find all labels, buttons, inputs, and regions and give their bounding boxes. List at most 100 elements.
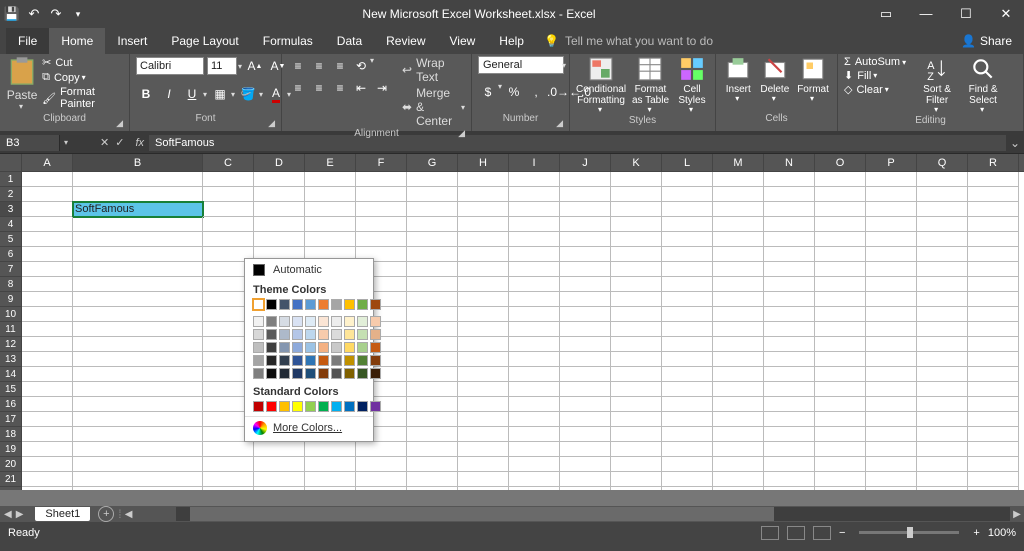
- sheet-tab-sheet1[interactable]: Sheet1: [35, 507, 90, 521]
- cell-B8[interactable]: [73, 277, 203, 292]
- cell-R22[interactable]: [968, 487, 1019, 490]
- cell-K12[interactable]: [611, 337, 662, 352]
- cell-A7[interactable]: [22, 262, 73, 277]
- minimize-icon[interactable]: —: [912, 6, 940, 22]
- cell-J12[interactable]: [560, 337, 611, 352]
- cell-H17[interactable]: [458, 412, 509, 427]
- cell-Q16[interactable]: [917, 397, 968, 412]
- increase-font-icon[interactable]: A▲: [245, 56, 265, 76]
- cell-R10[interactable]: [968, 307, 1019, 322]
- insert-button[interactable]: Insert▾: [722, 56, 755, 104]
- cell-M2[interactable]: [713, 187, 764, 202]
- view-page-layout-icon[interactable]: [787, 526, 805, 540]
- color-swatch[interactable]: [253, 316, 264, 327]
- cell-G10[interactable]: [407, 307, 458, 322]
- cell-O13[interactable]: [815, 352, 866, 367]
- cell-B20[interactable]: [73, 457, 203, 472]
- cell-H15[interactable]: [458, 382, 509, 397]
- color-swatch[interactable]: [279, 299, 290, 310]
- cell-G14[interactable]: [407, 367, 458, 382]
- cell-A20[interactable]: [22, 457, 73, 472]
- cell-N13[interactable]: [764, 352, 815, 367]
- cell-A14[interactable]: [22, 367, 73, 382]
- cell-K9[interactable]: [611, 292, 662, 307]
- number-format-input[interactable]: [478, 56, 564, 74]
- row-header-10[interactable]: 10: [0, 307, 22, 322]
- color-swatch[interactable]: [253, 342, 264, 353]
- font-name-input[interactable]: [136, 57, 204, 75]
- cell-J1[interactable]: [560, 172, 611, 187]
- cell-A3[interactable]: [22, 202, 73, 217]
- cell-I10[interactable]: [509, 307, 560, 322]
- view-normal-icon[interactable]: [761, 526, 779, 540]
- cell-N7[interactable]: [764, 262, 815, 277]
- cell-B15[interactable]: [73, 382, 203, 397]
- color-swatch[interactable]: [266, 401, 277, 412]
- cell-L5[interactable]: [662, 232, 713, 247]
- color-swatch[interactable]: [357, 342, 368, 353]
- cell-J7[interactable]: [560, 262, 611, 277]
- cell-R3[interactable]: [968, 202, 1019, 217]
- cell-B10[interactable]: [73, 307, 203, 322]
- save-icon[interactable]: 💾: [4, 6, 20, 22]
- align-center-icon[interactable]: ≡: [309, 78, 329, 98]
- column-header-F[interactable]: F: [356, 154, 407, 171]
- cell-F4[interactable]: [356, 217, 407, 232]
- horizontal-scrollbar[interactable]: [176, 507, 1010, 521]
- cell-K18[interactable]: [611, 427, 662, 442]
- zoom-level[interactable]: 100%: [988, 527, 1016, 539]
- color-swatch[interactable]: [370, 316, 381, 327]
- color-swatch[interactable]: [370, 329, 381, 340]
- cell-M8[interactable]: [713, 277, 764, 292]
- cell-K22[interactable]: [611, 487, 662, 490]
- tab-help[interactable]: Help: [487, 28, 536, 54]
- cell-L9[interactable]: [662, 292, 713, 307]
- column-header-L[interactable]: L: [662, 154, 713, 171]
- color-swatch[interactable]: [318, 342, 329, 353]
- column-header-Q[interactable]: Q: [917, 154, 968, 171]
- cell-G5[interactable]: [407, 232, 458, 247]
- cell-P14[interactable]: [866, 367, 917, 382]
- cell-C22[interactable]: [203, 487, 254, 490]
- cell-P20[interactable]: [866, 457, 917, 472]
- color-swatch[interactable]: [344, 342, 355, 353]
- cell-B5[interactable]: [73, 232, 203, 247]
- cell-G22[interactable]: [407, 487, 458, 490]
- color-swatch[interactable]: [305, 342, 316, 353]
- cell-M1[interactable]: [713, 172, 764, 187]
- row-header-18[interactable]: 18: [0, 427, 22, 442]
- cell-P11[interactable]: [866, 322, 917, 337]
- cell-B3[interactable]: SoftFamous: [73, 202, 203, 217]
- cell-O21[interactable]: [815, 472, 866, 487]
- cell-Q9[interactable]: [917, 292, 968, 307]
- tab-page-layout[interactable]: Page Layout: [159, 28, 250, 54]
- cell-M7[interactable]: [713, 262, 764, 277]
- ribbon-display-icon[interactable]: ▭: [872, 6, 900, 22]
- color-swatch[interactable]: [292, 329, 303, 340]
- cell-R15[interactable]: [968, 382, 1019, 397]
- cell-H7[interactable]: [458, 262, 509, 277]
- color-swatch[interactable]: [266, 342, 277, 353]
- find-select-button[interactable]: Find & Select▾: [962, 56, 1004, 115]
- cell-L10[interactable]: [662, 307, 713, 322]
- color-swatch[interactable]: [357, 316, 368, 327]
- color-swatch[interactable]: [318, 316, 329, 327]
- enter-formula-icon[interactable]: ✓: [115, 136, 124, 149]
- cell-F1[interactable]: [356, 172, 407, 187]
- cell-H16[interactable]: [458, 397, 509, 412]
- cell-Q6[interactable]: [917, 247, 968, 262]
- cell-N14[interactable]: [764, 367, 815, 382]
- cell-M14[interactable]: [713, 367, 764, 382]
- cell-Q14[interactable]: [917, 367, 968, 382]
- cell-I21[interactable]: [509, 472, 560, 487]
- cell-K13[interactable]: [611, 352, 662, 367]
- alignment-launcher[interactable]: ◢: [458, 128, 465, 139]
- column-header-N[interactable]: N: [764, 154, 815, 171]
- color-swatch[interactable]: [357, 355, 368, 366]
- tab-file[interactable]: File: [6, 28, 49, 54]
- zoom-slider[interactable]: [859, 531, 959, 534]
- cell-C20[interactable]: [203, 457, 254, 472]
- cell-K7[interactable]: [611, 262, 662, 277]
- name-box-dropdown[interactable]: ▾: [64, 138, 68, 147]
- color-swatch[interactable]: [253, 368, 264, 379]
